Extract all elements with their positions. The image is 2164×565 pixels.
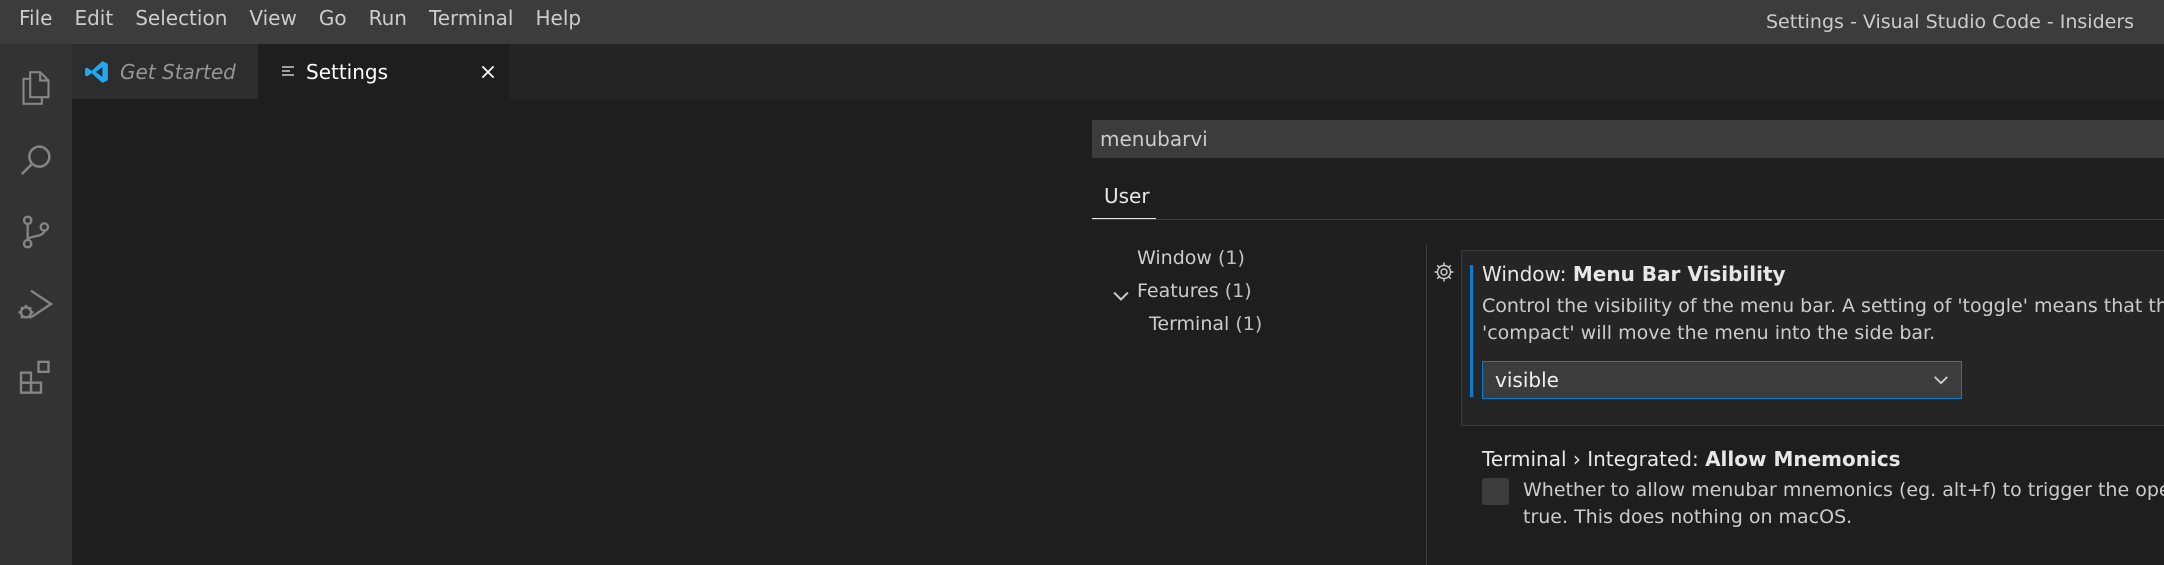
focus-indicator <box>1470 265 1473 397</box>
source-control-icon[interactable] <box>0 196 72 268</box>
allow-mnemonics-checkbox[interactable] <box>1482 478 1509 505</box>
toc-item-window[interactable]: Window (1) <box>1137 247 1245 269</box>
tab-bar: Get Started Settings <box>72 44 2164 99</box>
gear-icon[interactable] <box>1432 260 1456 284</box>
settings-file-icon <box>280 64 296 80</box>
toc-item-terminal[interactable]: Terminal (1) <box>1149 313 1262 335</box>
setting-name: Menu Bar Visibility <box>1572 262 1786 286</box>
menu-help[interactable]: Help <box>524 0 592 44</box>
extensions-icon[interactable] <box>0 340 72 412</box>
toc-count: (1) <box>1235 313 1263 335</box>
menu-edit[interactable]: Edit <box>63 0 124 44</box>
scope-tab-user[interactable]: User <box>1092 175 1156 220</box>
close-icon[interactable] <box>474 58 502 86</box>
settings-search-input[interactable]: menubarvi <box>1092 120 2164 158</box>
tab-label: Get Started <box>120 59 236 84</box>
toc-count: (1) <box>1217 247 1245 269</box>
setting-description: Whether to allow menubar mnemonics (eg. … <box>1523 479 2164 501</box>
setting-title: Window: Menu Bar Visibility <box>1482 262 1786 286</box>
toc-count: (1) <box>1224 280 1252 302</box>
toc-label: Window <box>1137 247 1212 269</box>
files-icon[interactable] <box>0 52 72 124</box>
toc-divider <box>1426 244 1427 565</box>
window-title: Settings - Visual Studio Code - Insiders <box>1766 11 2135 33</box>
search-icon[interactable] <box>0 124 72 196</box>
setting-name: Allow Mnemonics <box>1705 447 1901 471</box>
toc-label: Features <box>1137 280 1219 302</box>
menu-view[interactable]: View <box>238 0 307 44</box>
menu-bar: File Edit Selection View Go Run Terminal… <box>0 0 592 44</box>
title-bar: File Edit Selection View Go Run Terminal… <box>0 0 2164 44</box>
menu-terminal[interactable]: Terminal <box>418 0 525 44</box>
menu-run[interactable]: Run <box>358 0 418 44</box>
activity-bar <box>0 44 72 565</box>
select-value: visible <box>1495 368 1559 392</box>
setting-title: Terminal › Integrated: Allow Mnemonics <box>1482 447 1901 471</box>
menu-file[interactable]: File <box>8 0 63 44</box>
toc-item-features[interactable]: Features (1) <box>1137 280 1252 302</box>
toc-label: Terminal <box>1149 313 1230 335</box>
menu-go[interactable]: Go <box>308 0 358 44</box>
run-debug-icon[interactable] <box>0 268 72 340</box>
setting-description: true. This does nothing on macOS. <box>1523 506 1853 528</box>
setting-description: Control the visibility of the menu bar. … <box>1482 295 2164 317</box>
tab-settings[interactable]: Settings <box>258 44 510 99</box>
tab-get-started[interactable]: Get Started <box>72 44 258 99</box>
scope-divider <box>1092 219 2164 220</box>
tab-label: Settings <box>306 59 389 84</box>
chevron-down-icon <box>1934 376 1948 385</box>
menu-bar-visibility-select[interactable]: visible <box>1482 361 1962 399</box>
chevron-down-icon[interactable] <box>1110 285 1132 307</box>
setting-category: Window: <box>1482 262 1573 286</box>
vscode-logo-icon <box>84 59 110 85</box>
menu-selection[interactable]: Selection <box>124 0 238 44</box>
setting-description: 'compact' will move the menu into the si… <box>1482 322 1936 344</box>
setting-category: Terminal › Integrated: <box>1482 447 1706 471</box>
